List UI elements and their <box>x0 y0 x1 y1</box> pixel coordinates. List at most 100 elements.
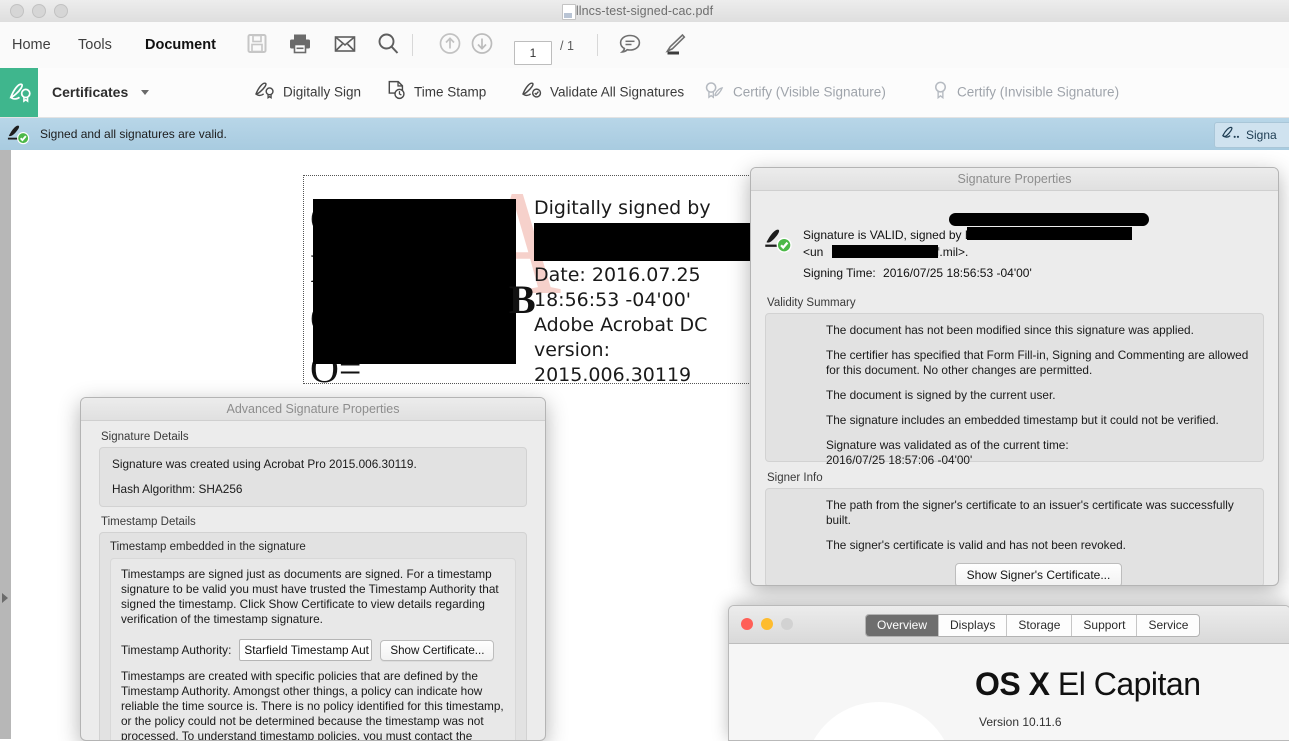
signature-stamp-producer-2: version: 2015.006.30119 <box>534 339 692 384</box>
validity-item: The document has not been modified since… <box>826 323 1194 337</box>
show-signers-certificate-button[interactable]: Show Signer's Certificate... <box>954 563 1123 585</box>
timestamp-embedded-box: Timestamps are signed just as documents … <box>110 558 516 740</box>
window-titlebar: llncs-test-signed-cac.pdf <box>0 0 1289 23</box>
tab-overview[interactable]: Overview <box>866 615 940 636</box>
signature-valid-icon <box>763 225 795 260</box>
os-name-heading: OS X El Capitan <box>975 666 1201 703</box>
validity-summary-box: The document has not been modified since… <box>765 313 1264 467</box>
about-mac-titlebar: Overview Displays Storage Support Servic… <box>729 606 1289 644</box>
comment-icon[interactable] <box>618 32 642 61</box>
timestamp-authority-input[interactable]: Starfield Timestamp Aut <box>239 639 373 661</box>
certify-visible-icon <box>703 80 726 105</box>
chevron-down-icon[interactable] <box>141 90 149 95</box>
signing-time-label: Signing Time: <box>803 266 876 280</box>
print-icon[interactable] <box>288 33 312 60</box>
signature-properties-title: Signature Properties <box>751 168 1278 191</box>
ribbon-item-digitally-sign[interactable]: Digitally Sign <box>253 80 361 105</box>
page-number-input[interactable]: 1 <box>514 41 552 65</box>
signature-detail-item: Hash Algorithm: SHA256 <box>112 482 243 496</box>
os-version-label: Version 10.11.6 <box>979 715 1062 729</box>
signature-properties-header: Signature is VALID, signed by B <un af.mi… <box>751 191 1278 297</box>
tab-document[interactable]: Document <box>143 22 218 71</box>
signer-info-item: The path from the signer's certificate t… <box>826 498 1234 527</box>
redacted-signature-block <box>313 199 516 364</box>
signature-properties-dialog[interactable]: Signature Properties Signature is VALID,… <box>750 167 1279 586</box>
minimize-button[interactable] <box>761 618 773 630</box>
toolbar-divider <box>412 34 413 56</box>
ribbon-item-certify-visible[interactable]: Certify (Visible Signature) <box>703 80 886 105</box>
validate-signatures-icon <box>520 80 543 105</box>
signer-info-box: The path from the signer's certificate t… <box>765 488 1264 585</box>
main-toolbar: Home Tools Document 1 / 1 <box>0 22 1289 71</box>
signature-panel-icon <box>1221 125 1241 146</box>
redacted-signer-name <box>534 223 750 261</box>
signature-panel-label: Signa <box>1246 128 1277 142</box>
close-button[interactable] <box>741 618 753 630</box>
about-mac-traffic-lights[interactable] <box>741 618 793 630</box>
signer-info-section: Signer Info The path from the signer's c… <box>751 462 1278 585</box>
advanced-signature-properties-dialog[interactable]: Advanced Signature Properties Signature … <box>80 397 546 741</box>
signature-detail-item: Signature was created using Acrobat Pro … <box>112 457 417 471</box>
ribbon-item-certify-invisible[interactable]: Certify (Invisible Signature) <box>931 80 1119 105</box>
validity-item: The document is signed by the current us… <box>826 388 1056 402</box>
signature-status-message: Signed and all signatures are valid. <box>40 127 227 141</box>
maximize-button[interactable] <box>781 618 793 630</box>
tab-service[interactable]: Service <box>1137 615 1199 636</box>
signature-stamp-date-2: 18:56:53 -04'00' <box>534 289 692 311</box>
signature-initial-glyph: B <box>509 277 536 322</box>
highlight-icon[interactable] <box>662 32 688 61</box>
tab-displays[interactable]: Displays <box>939 615 1008 636</box>
show-certificate-button[interactable]: Show Certificate... <box>380 639 495 661</box>
tab-support[interactable]: Support <box>1072 615 1138 636</box>
tab-storage[interactable]: Storage <box>1007 615 1073 636</box>
signature-details-label: Signature Details <box>101 431 189 443</box>
validity-item: The certifier has specified that Form Fi… <box>826 348 1249 377</box>
signature-valid-text: Signature is VALID, signed by B <box>803 228 973 242</box>
signer-info-item: The signer's certificate is valid and ha… <box>826 538 1126 552</box>
about-this-mac-window[interactable]: Overview Displays Storage Support Servic… <box>728 605 1289 741</box>
signature-stamp-heading: Digitally signed by <box>534 197 711 219</box>
ribbon-item-label: Validate All Signatures <box>550 84 685 100</box>
signature-panel-button[interactable]: Signa <box>1214 122 1289 148</box>
signature-valid-icon <box>6 122 32 146</box>
next-page-icon[interactable] <box>470 32 494 61</box>
ribbon-item-label: Certify (Visible Signature) <box>733 84 886 100</box>
signature-stamp-producer-1: Adobe Acrobat DC <box>534 314 708 336</box>
timestamp-paragraph: Timestamps are signed just as documents … <box>121 567 499 626</box>
advanced-properties-title: Advanced Signature Properties <box>81 398 545 421</box>
digitally-sign-icon <box>253 80 276 105</box>
search-icon[interactable] <box>376 32 400 61</box>
tab-tools[interactable]: Tools <box>76 22 114 68</box>
signature-stamp[interactable]: A CN DC OU O= B Digitally signed by Date… <box>303 175 751 384</box>
email-icon[interactable] <box>333 33 357 60</box>
validity-item: The signature includes an embedded times… <box>826 413 1219 427</box>
certificates-title: Certificates <box>52 84 129 100</box>
signing-time-line: Signing Time: 2016/07/25 18:56:53 -04'00… <box>803 266 1032 280</box>
os-name-light: El Capitan <box>1049 666 1201 702</box>
certificate-pen-icon[interactable] <box>0 68 38 117</box>
about-mac-tabs[interactable]: Overview Displays Storage Support Servic… <box>865 614 1201 637</box>
timestamp-authority-label: Timestamp Authority: <box>121 643 232 657</box>
signature-stamp-text: Digitally signed by Date: 2016.07.25 18:… <box>534 196 750 384</box>
email-prefix: <un <box>803 245 824 259</box>
tab-home[interactable]: Home <box>10 22 53 68</box>
save-icon[interactable] <box>246 33 268 60</box>
ribbon-item-time-stamp[interactable]: Time Stamp <box>386 80 486 105</box>
toolbar-divider-2 <box>597 34 598 56</box>
timestamp-details-label: Timestamp Details <box>101 516 196 528</box>
validity-summary-section: Validity Summary The document has not be… <box>751 297 1278 467</box>
signature-status-bar: Signed and all signatures are valid. Sig… <box>0 118 1289 151</box>
os-name-bold: OS X <box>975 666 1050 702</box>
certificates-ribbon: Certificates Digitally Sign Time Stamp V… <box>0 68 1289 118</box>
ribbon-item-validate-all-signatures[interactable]: Validate All Signatures <box>520 80 684 105</box>
validity-summary-label: Validity Summary <box>767 297 856 309</box>
timestamp-details-section: Timestamp Details Timestamp embedded in … <box>81 507 545 740</box>
time-stamp-icon <box>386 80 407 105</box>
expand-panel-arrow-icon[interactable] <box>2 593 8 603</box>
redacted-email <box>832 245 938 258</box>
page-total-label: / 1 <box>560 39 574 53</box>
left-navigation-rail[interactable] <box>0 150 11 739</box>
previous-page-icon[interactable] <box>438 32 462 61</box>
certify-invisible-icon <box>931 80 950 105</box>
apple-logo-circle <box>804 702 954 740</box>
